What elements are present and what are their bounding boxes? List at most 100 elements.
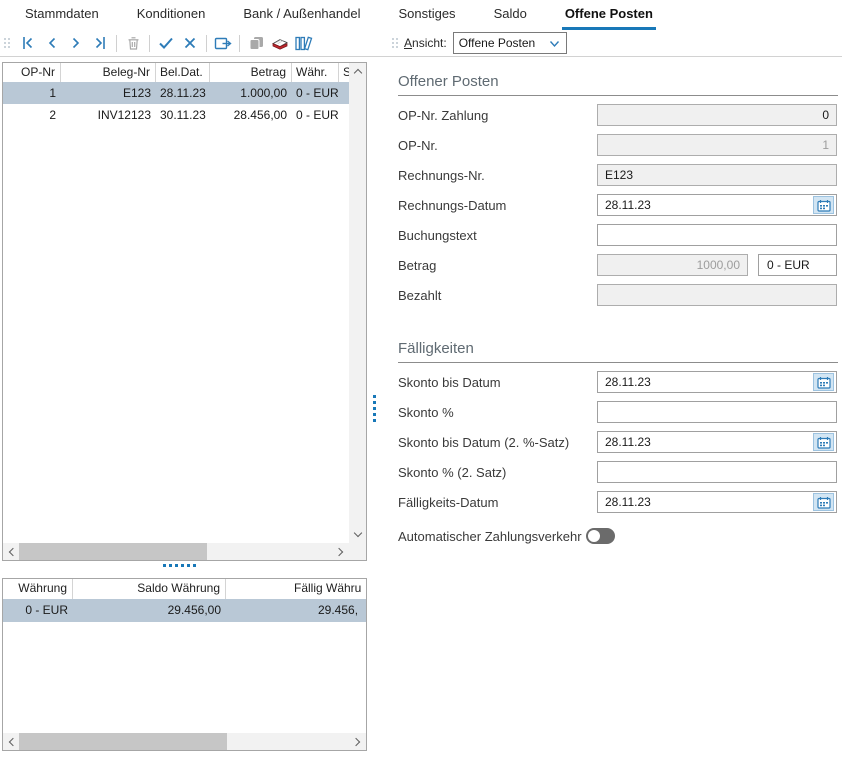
field-label: Skonto bis Datum bbox=[398, 375, 597, 390]
field-label: Skonto % (2. Satz) bbox=[398, 465, 597, 480]
horizontal-scrollbar[interactable] bbox=[3, 543, 349, 560]
accept-button[interactable] bbox=[154, 32, 178, 54]
column-header-betrag[interactable]: Betrag bbox=[210, 63, 292, 82]
column-header-beleg-nr[interactable]: Beleg-Nr bbox=[61, 63, 156, 82]
toolbar-separator bbox=[206, 35, 207, 52]
toolbar-grip-icon[interactable] bbox=[3, 36, 12, 50]
previous-record-icon bbox=[44, 35, 60, 51]
first-record-button[interactable] bbox=[16, 32, 40, 54]
column-header-waehr[interactable]: Währ. bbox=[292, 63, 339, 82]
table-row[interactable]: 2 INV12123 30.11.23 28.456,00 0 - EUR bbox=[3, 104, 349, 126]
tab-offene-posten[interactable]: Offene Posten bbox=[562, 0, 656, 30]
journal-button[interactable] bbox=[292, 32, 316, 54]
field-row-rechnungs-nr: Rechnungs-Nr. E123 bbox=[398, 164, 838, 186]
horizontal-scrollbar[interactable] bbox=[3, 733, 366, 750]
open-items-table: OP-Nr Beleg-Nr Bel.Dat. Betrag Währ. S 1… bbox=[2, 62, 367, 561]
field-row-skonto-bis-datum-2: Skonto bis Datum (2. %-Satz) 28.11.23 bbox=[398, 431, 838, 453]
scroll-left-arrow[interactable] bbox=[3, 733, 20, 750]
cell-op-nr: 2 bbox=[3, 104, 61, 126]
cell-waehr: 0 - EUR bbox=[292, 104, 339, 126]
vertical-splitter-handle[interactable] bbox=[373, 395, 376, 422]
cell-waehr: 0 - EUR bbox=[292, 82, 339, 104]
bezahlt-field bbox=[597, 284, 837, 306]
scrollbar-thumb[interactable] bbox=[19, 733, 227, 750]
field-row-rechnungs-datum: Rechnungs-Datum 28.11.23 bbox=[398, 194, 838, 216]
app-window: Stammdaten Konditionen Bank / Außenhande… bbox=[0, 0, 842, 759]
tab-sonstiges[interactable]: Sonstiges bbox=[395, 0, 458, 30]
calendar-button[interactable] bbox=[813, 493, 834, 511]
tab-stammdaten[interactable]: Stammdaten bbox=[22, 0, 102, 30]
op-nr-zahlung-field: 0 bbox=[597, 104, 837, 126]
check-icon bbox=[157, 35, 175, 51]
copy-button[interactable] bbox=[244, 32, 268, 54]
skonto-bis-datum-field[interactable]: 28.11.23 bbox=[597, 371, 837, 393]
horizontal-splitter-handle[interactable] bbox=[163, 564, 196, 567]
cell-faellig-waehrung: 29.456, bbox=[226, 599, 366, 622]
field-row-skonto-bis-datum: Skonto bis Datum 28.11.23 bbox=[398, 371, 838, 393]
toolbar-separator bbox=[149, 35, 150, 52]
cell-op-nr: 1 bbox=[3, 82, 61, 104]
currency-selector[interactable]: 0 - EUR bbox=[758, 254, 837, 276]
automatischer-zahlungsverkehr-toggle[interactable] bbox=[586, 528, 615, 544]
column-header-waehrung[interactable]: Währung bbox=[3, 579, 73, 599]
scroll-down-arrow[interactable] bbox=[349, 526, 366, 543]
transfer-button[interactable] bbox=[211, 32, 235, 54]
saldo-table: Währung Saldo Währung Fällig Währu 0 - E… bbox=[2, 578, 367, 751]
cancel-button[interactable] bbox=[178, 32, 202, 54]
scroll-right-arrow[interactable] bbox=[332, 543, 349, 560]
view-dropdown[interactable]: Offene Posten bbox=[453, 32, 567, 54]
cell-bel-dat: 30.11.23 bbox=[156, 104, 210, 126]
op-nr-field: 1 bbox=[597, 134, 837, 156]
field-label: Buchungstext bbox=[398, 228, 597, 243]
report-book-icon bbox=[270, 35, 290, 51]
tab-bank-aussenhandel[interactable]: Bank / Außenhandel bbox=[240, 0, 363, 30]
toggle-knob bbox=[588, 530, 600, 542]
faelligkeits-datum-field[interactable]: 28.11.23 bbox=[597, 491, 837, 513]
rechnungs-nr-field: E123 bbox=[597, 164, 837, 186]
view-dropdown-value: Offene Posten bbox=[459, 36, 536, 50]
vertical-scrollbar[interactable] bbox=[349, 63, 366, 543]
field-label: Skonto bis Datum (2. %-Satz) bbox=[398, 435, 597, 450]
scroll-up-arrow[interactable] bbox=[349, 63, 366, 80]
saldo-table-header: Währung Saldo Währung Fällig Währu bbox=[3, 579, 366, 599]
skonto-bis-datum-2-field[interactable]: 28.11.23 bbox=[597, 431, 837, 453]
calendar-button[interactable] bbox=[813, 196, 834, 214]
report-book-button[interactable] bbox=[268, 32, 292, 54]
column-header-saldo-waehrung[interactable]: Saldo Währung bbox=[73, 579, 226, 599]
next-record-button[interactable] bbox=[64, 32, 88, 54]
scrollbar-corner bbox=[349, 543, 366, 560]
last-record-button[interactable] bbox=[88, 32, 112, 54]
column-header-op-nr[interactable]: OP-Nr bbox=[3, 63, 61, 82]
scrollbar-thumb[interactable] bbox=[19, 543, 207, 560]
tab-bar: Stammdaten Konditionen Bank / Außenhande… bbox=[0, 0, 842, 30]
rechnungs-datum-field[interactable]: 28.11.23 bbox=[597, 194, 837, 216]
table-row[interactable]: 0 - EUR 29.456,00 29.456, bbox=[3, 599, 366, 622]
cell-beleg-nr: INV12123 bbox=[61, 104, 156, 126]
detail-panel: Offener Posten OP-Nr. Zahlung 0 OP-Nr. 1… bbox=[398, 72, 838, 547]
first-record-icon bbox=[20, 35, 36, 51]
cell-waehrung: 0 - EUR bbox=[3, 599, 73, 622]
toolbar-grip-icon[interactable] bbox=[391, 36, 400, 50]
field-row-skonto-prozent: Skonto % bbox=[398, 401, 838, 423]
field-label: Bezahlt bbox=[398, 288, 597, 303]
tab-saldo[interactable]: Saldo bbox=[491, 0, 530, 30]
column-header-faellig-waehrung[interactable]: Fällig Währu bbox=[226, 579, 366, 599]
scroll-left-arrow[interactable] bbox=[3, 543, 20, 560]
column-header-s[interactable]: S bbox=[339, 63, 349, 82]
buchungstext-field[interactable] bbox=[597, 224, 837, 246]
scroll-right-arrow[interactable] bbox=[349, 733, 366, 750]
skonto-prozent-field[interactable] bbox=[597, 401, 837, 423]
calendar-button[interactable] bbox=[813, 373, 834, 391]
calendar-button[interactable] bbox=[813, 433, 834, 451]
table-row[interactable]: 1 E123 28.11.23 1.000,00 0 - EUR bbox=[3, 82, 349, 104]
delete-button[interactable] bbox=[121, 32, 145, 54]
field-label: Skonto % bbox=[398, 405, 597, 420]
field-row-op-nr: OP-Nr. 1 bbox=[398, 134, 838, 156]
field-row-automatischer-zahlungsverkehr: Automatischer Zahlungsverkehr bbox=[398, 525, 838, 547]
skonto-prozent-2-field[interactable] bbox=[597, 461, 837, 483]
last-record-icon bbox=[92, 35, 108, 51]
tab-konditionen[interactable]: Konditionen bbox=[134, 0, 209, 30]
previous-record-button[interactable] bbox=[40, 32, 64, 54]
transfer-icon bbox=[214, 35, 233, 52]
column-header-bel-dat[interactable]: Bel.Dat. bbox=[156, 63, 210, 82]
